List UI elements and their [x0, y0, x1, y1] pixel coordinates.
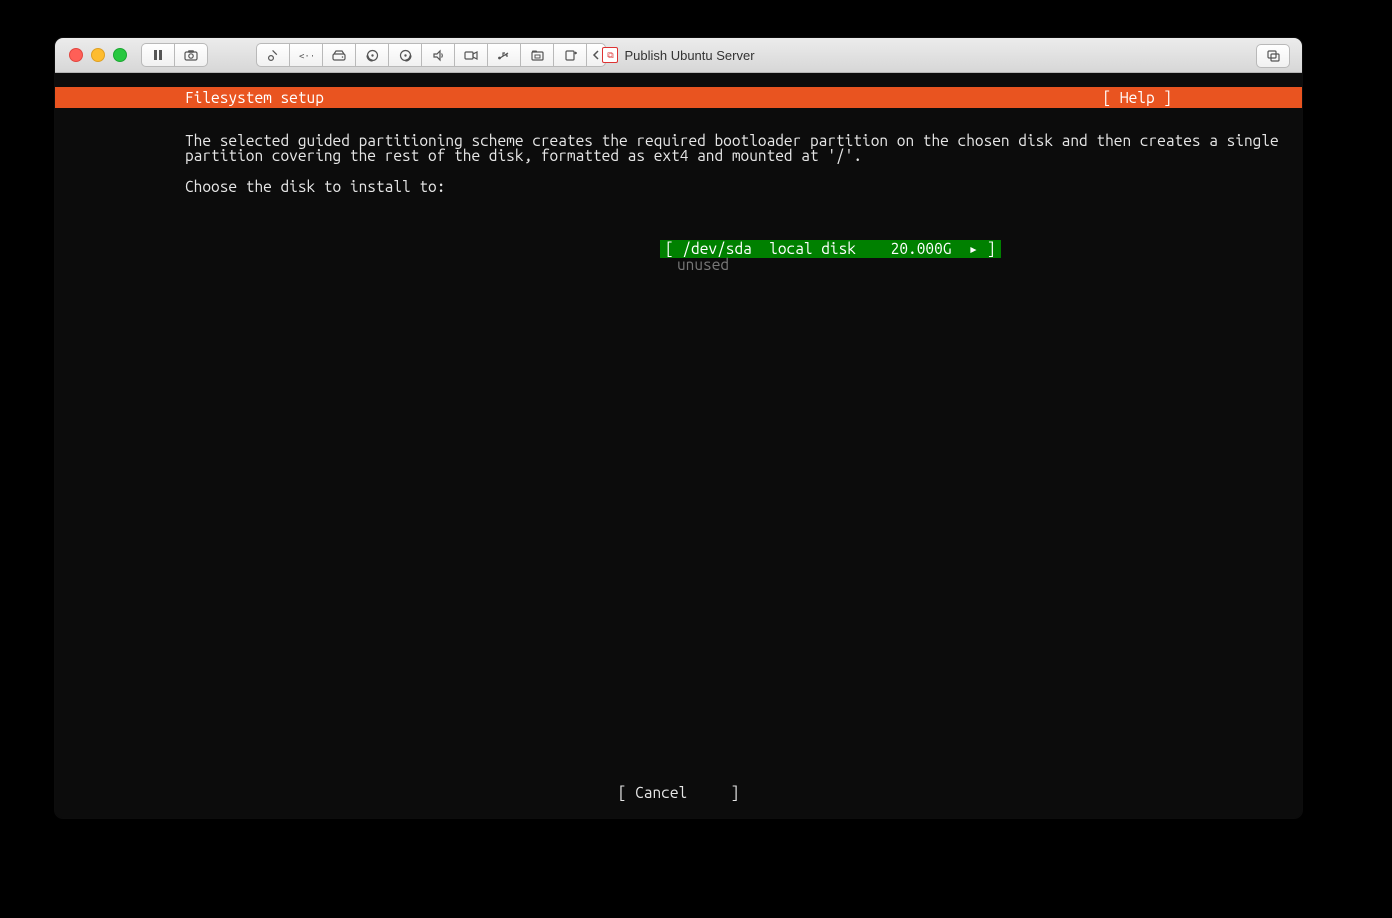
- shared-folder-icon[interactable]: [520, 43, 553, 67]
- disk-option-label: [ /dev/sda local disk 20.000G ▸ ]: [665, 240, 996, 257]
- vm-window: <··>: [55, 38, 1302, 818]
- tb-group-devices: <··>: [256, 43, 606, 67]
- disk-status: unused: [677, 257, 729, 273]
- body-line-1: The selected guided partitioning scheme …: [185, 132, 1279, 149]
- chevron-right-icon[interactable]: [586, 43, 606, 67]
- page-title: Filesystem setup: [55, 90, 324, 106]
- clipboard-icon[interactable]: [553, 43, 586, 67]
- body-line-2: partition covering the rest of the disk,…: [185, 147, 862, 164]
- snapshot-button[interactable]: [174, 43, 208, 67]
- settings-icon[interactable]: [256, 43, 289, 67]
- window-controls: [55, 48, 127, 62]
- installer-body: The selected guided partitioning scheme …: [185, 117, 1182, 241]
- close-icon[interactable]: [69, 48, 83, 62]
- cancel-button[interactable]: [ Cancel ]: [55, 785, 1302, 801]
- help-button[interactable]: [ Help ]: [1103, 90, 1302, 106]
- titlebar: <··>: [55, 38, 1302, 73]
- body-prompt: Choose the disk to install to:: [185, 178, 445, 195]
- window-title-text: Publish Ubuntu Server: [624, 48, 754, 63]
- installer-header: Filesystem setup [ Help ]: [55, 87, 1302, 108]
- optical-icon[interactable]: [355, 43, 388, 67]
- pause-button[interactable]: [141, 43, 174, 67]
- svg-text:<··>: <··>: [299, 52, 313, 60]
- network-icon[interactable]: <··>: [289, 43, 322, 67]
- window-title: ⧉ Publish Ubuntu Server: [55, 38, 1302, 72]
- camera-icon[interactable]: [454, 43, 487, 67]
- body-blank: [185, 163, 194, 180]
- fullscreen-icon[interactable]: [1256, 44, 1290, 68]
- hdd-icon[interactable]: [322, 43, 355, 67]
- terminal: Filesystem setup [ Help ] The selected g…: [55, 73, 1302, 818]
- usb-icon[interactable]: [487, 43, 520, 67]
- audio-icon[interactable]: [421, 43, 454, 67]
- tb-group-right: [1256, 44, 1290, 68]
- zoom-icon[interactable]: [113, 48, 127, 62]
- tb-group-pause: [141, 43, 208, 67]
- minimize-icon[interactable]: [91, 48, 105, 62]
- floppy-icon[interactable]: [388, 43, 421, 67]
